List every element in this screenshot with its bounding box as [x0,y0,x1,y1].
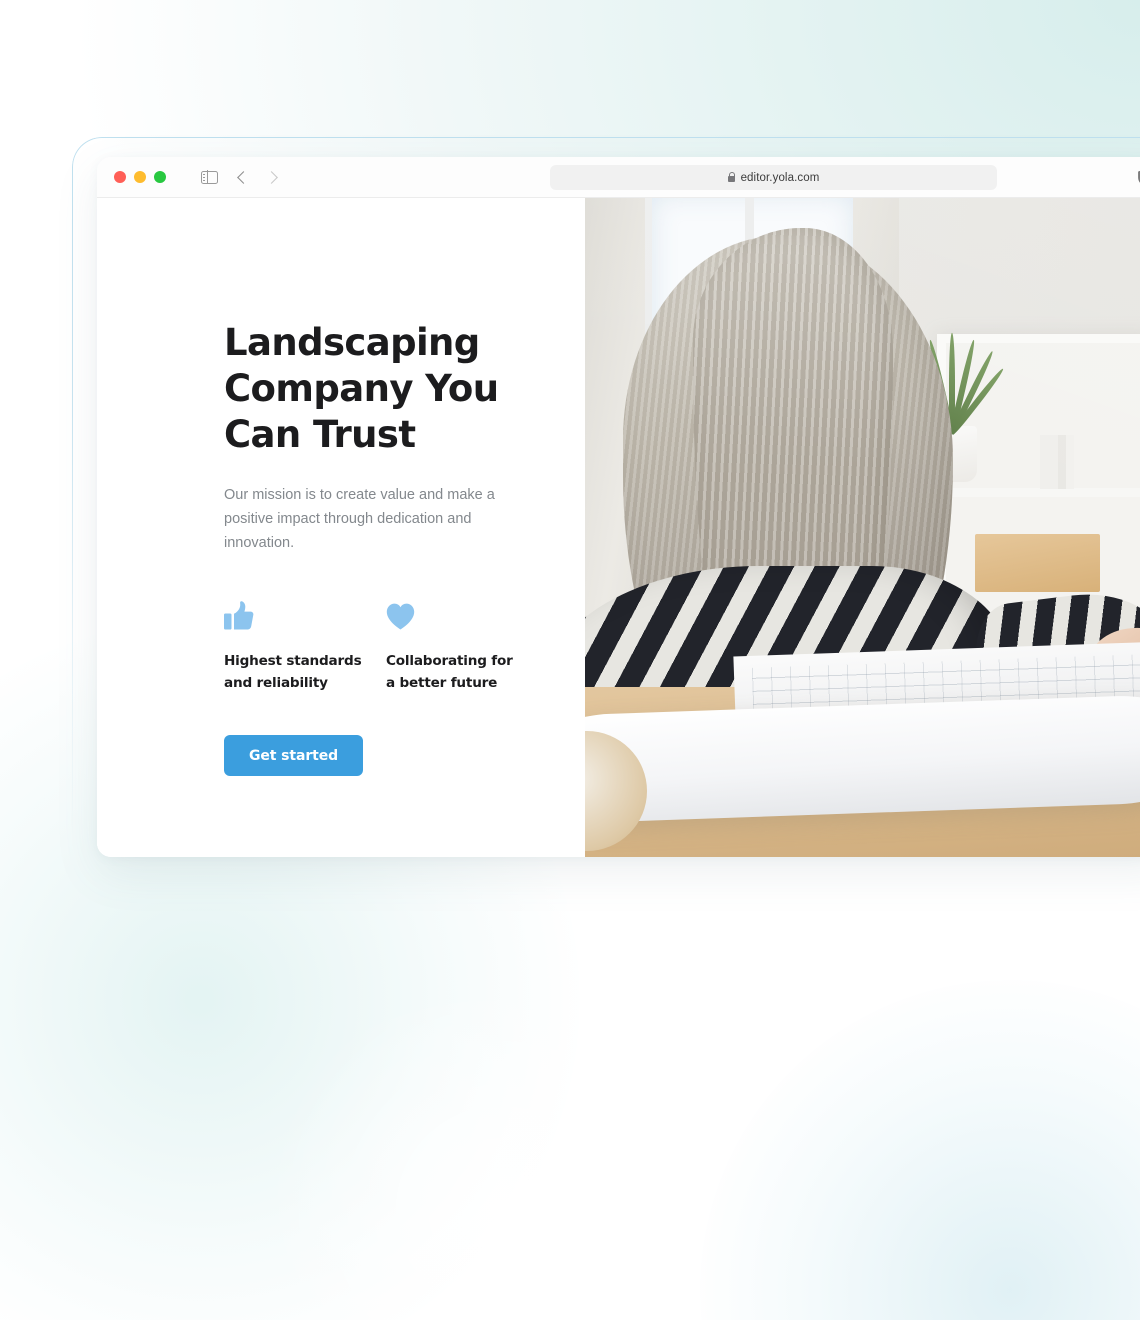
photo-shelf-divider [937,488,1140,497]
feature-item: Highest standards and reliability [224,598,386,694]
window-traffic-lights [114,171,166,183]
get-started-button[interactable]: Get started [224,735,364,776]
url-text: editor.yola.com [740,171,820,184]
address-bar[interactable]: editor.yola.com [550,165,997,190]
hero-photo [585,198,1140,857]
chevron-left-icon [236,170,250,184]
browser-window: editor.yola.com Landscaping Company You … [97,157,1140,857]
feature-label: Collaborating for a better future [386,653,513,691]
hero-text-column: Landscaping Company You Can Trust Our mi… [97,198,585,857]
testimonial-chat: y Your site is live! We've gained more c… [0,900,1140,1200]
back-button[interactable] [228,165,254,189]
sidebar-toggle-button[interactable] [196,165,222,189]
page-title: Landscaping Company You Can Trust [224,321,499,456]
maximize-window-button[interactable] [154,171,166,183]
feature-list: Highest standards and reliability Collab… [224,598,585,694]
thumbs-up-icon [224,598,386,630]
chevron-right-icon [264,170,278,184]
photo-books [1040,435,1058,489]
browser-toolbar: editor.yola.com [97,157,1140,198]
photo-blueprint-roll [585,694,1140,824]
hero-subtitle: Our mission is to create value and make … [224,487,495,551]
feature-item: Collaborating for a better future [386,598,548,694]
sidebar-icon [200,170,218,184]
heart-icon [386,598,548,630]
close-window-button[interactable] [114,171,126,183]
feature-label: Highest standards and reliability [224,653,362,691]
lock-icon [727,171,736,182]
forward-button[interactable] [260,165,286,189]
navigation-controls [196,165,286,189]
website-preview: Landscaping Company You Can Trust Our mi… [97,198,1140,857]
photo-storage-box [975,534,1100,592]
minimize-window-button[interactable] [134,171,146,183]
